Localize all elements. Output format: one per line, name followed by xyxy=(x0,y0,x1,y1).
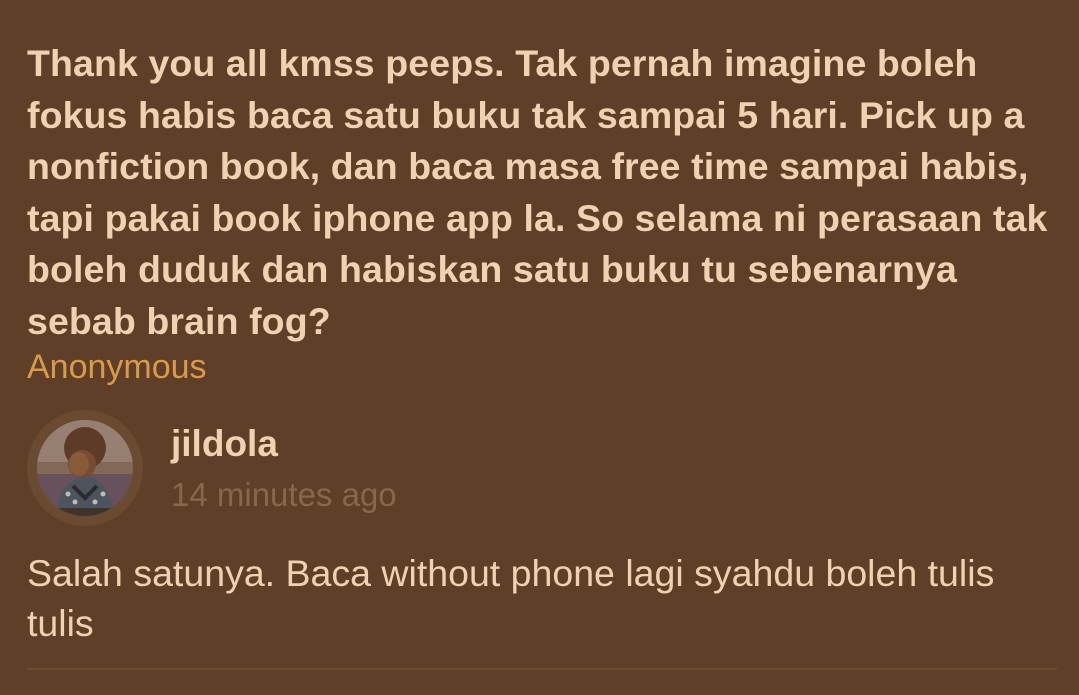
divider xyxy=(27,668,1057,670)
comment-header: jildola 14 minutes ago xyxy=(27,410,1057,526)
commenter-name[interactable]: jildola xyxy=(171,422,278,466)
comment-timestamp: 14 minutes ago xyxy=(171,476,397,513)
question-text: Thank you all kmss peeps. Tak pernah ima… xyxy=(27,42,1048,342)
question-author[interactable]: Anonymous xyxy=(27,345,207,389)
comment-body: Salah satunya. Baca without phone lagi s… xyxy=(27,552,995,644)
avatar[interactable] xyxy=(27,410,143,526)
comment-card: Thank you all kmss peeps. Tak pernah ima… xyxy=(0,0,1079,695)
user-avatar-icon xyxy=(37,420,133,516)
